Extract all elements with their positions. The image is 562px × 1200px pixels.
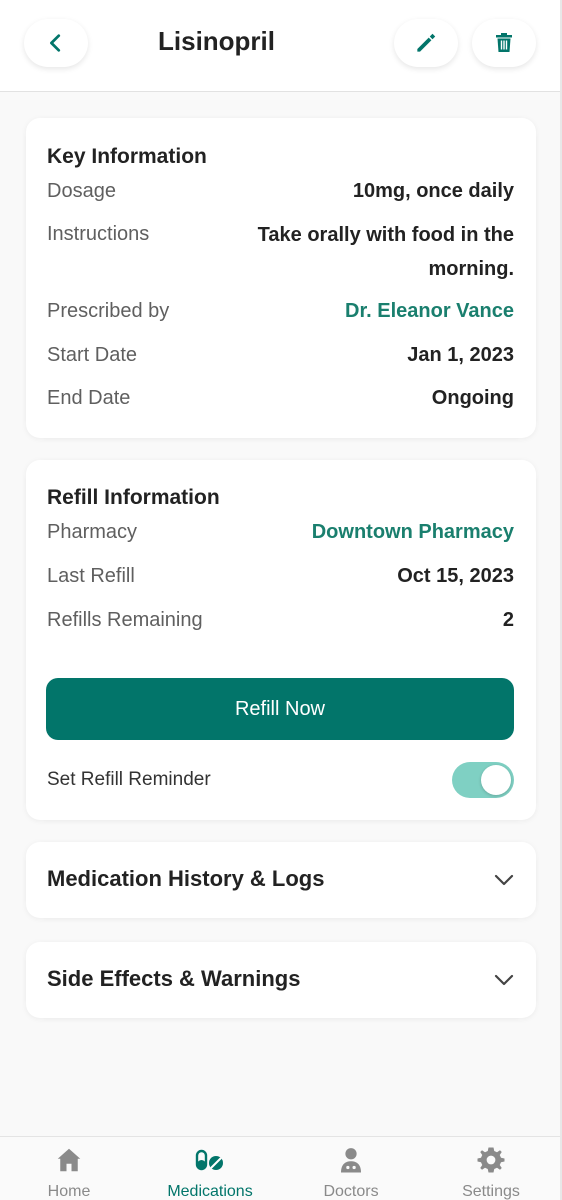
dosage-value: 10mg, once daily — [352, 180, 514, 202]
refill-information-title: Refill Information — [47, 486, 220, 509]
key-information-card: Key Information Dosage 10mg, once daily … — [26, 118, 536, 438]
gear-icon — [477, 1147, 505, 1173]
chevron-left-icon — [50, 34, 61, 52]
pharmacy-label: Pharmacy — [47, 521, 138, 543]
nav-home-label: Home — [47, 1183, 91, 1200]
refills-remaining-label: Refills Remaining — [47, 609, 203, 631]
nav-medications-label: Medications — [167, 1183, 253, 1200]
chevron-down-icon — [494, 974, 514, 986]
side-effects-accordion[interactable]: Side Effects & Warnings — [26, 942, 536, 1018]
last-refill-label: Last Refill — [47, 565, 135, 587]
instructions-value: Take orally with food in the morning. — [257, 224, 514, 280]
nav-medications[interactable]: Medications — [155, 1137, 265, 1200]
side-effects-title: Side Effects & Warnings — [47, 966, 301, 991]
end-date-label: End Date — [47, 387, 131, 409]
refill-reminder-label: Set Refill Reminder — [47, 769, 211, 790]
toggle-knob — [481, 765, 511, 795]
nav-settings-label: Settings — [462, 1183, 520, 1200]
refills-remaining-value: 2 — [502, 609, 514, 631]
start-date-label: Start Date — [47, 344, 138, 366]
refill-now-button[interactable]: Refill Now — [46, 678, 514, 740]
page-title: Lisinopril — [158, 26, 275, 56]
dosage-label: Dosage — [47, 180, 116, 202]
nav-settings[interactable]: Settings — [436, 1137, 546, 1200]
back-button[interactable] — [24, 19, 88, 67]
refill-information-card: Refill Information Pharmacy Downtown Pha… — [26, 460, 536, 820]
prescribed-by-label: Prescribed by — [47, 300, 170, 322]
doctor-icon — [341, 1148, 361, 1173]
pills-icon — [195, 1149, 223, 1171]
app-header: Lisinopril — [0, 0, 562, 92]
pharmacy-link[interactable]: Downtown Pharmacy — [312, 521, 514, 544]
trash-icon — [496, 33, 512, 52]
bottom-navigation: Home Medications Doctors Settings — [0, 1136, 562, 1200]
nav-doctors-label: Doctors — [323, 1183, 379, 1200]
pencil-icon — [417, 33, 436, 52]
key-information-title: Key Information — [47, 145, 207, 168]
delete-button[interactable] — [472, 19, 536, 67]
start-date-value: Jan 1, 2023 — [407, 344, 514, 366]
nav-doctors[interactable]: Doctors — [296, 1137, 406, 1200]
home-icon — [57, 1148, 81, 1172]
medication-history-title: Medication History & Logs — [47, 866, 325, 891]
prescriber-link[interactable]: Dr. Eleanor Vance — [345, 300, 514, 323]
edit-button[interactable] — [394, 19, 458, 67]
instructions-label: Instructions — [47, 223, 150, 245]
nav-home[interactable]: Home — [14, 1137, 124, 1200]
last-refill-value: Oct 15, 2023 — [397, 565, 514, 587]
medication-history-accordion[interactable]: Medication History & Logs — [26, 842, 536, 918]
end-date-value: Ongoing — [431, 387, 514, 409]
refill-reminder-toggle[interactable] — [452, 762, 514, 798]
chevron-down-icon — [494, 874, 514, 886]
